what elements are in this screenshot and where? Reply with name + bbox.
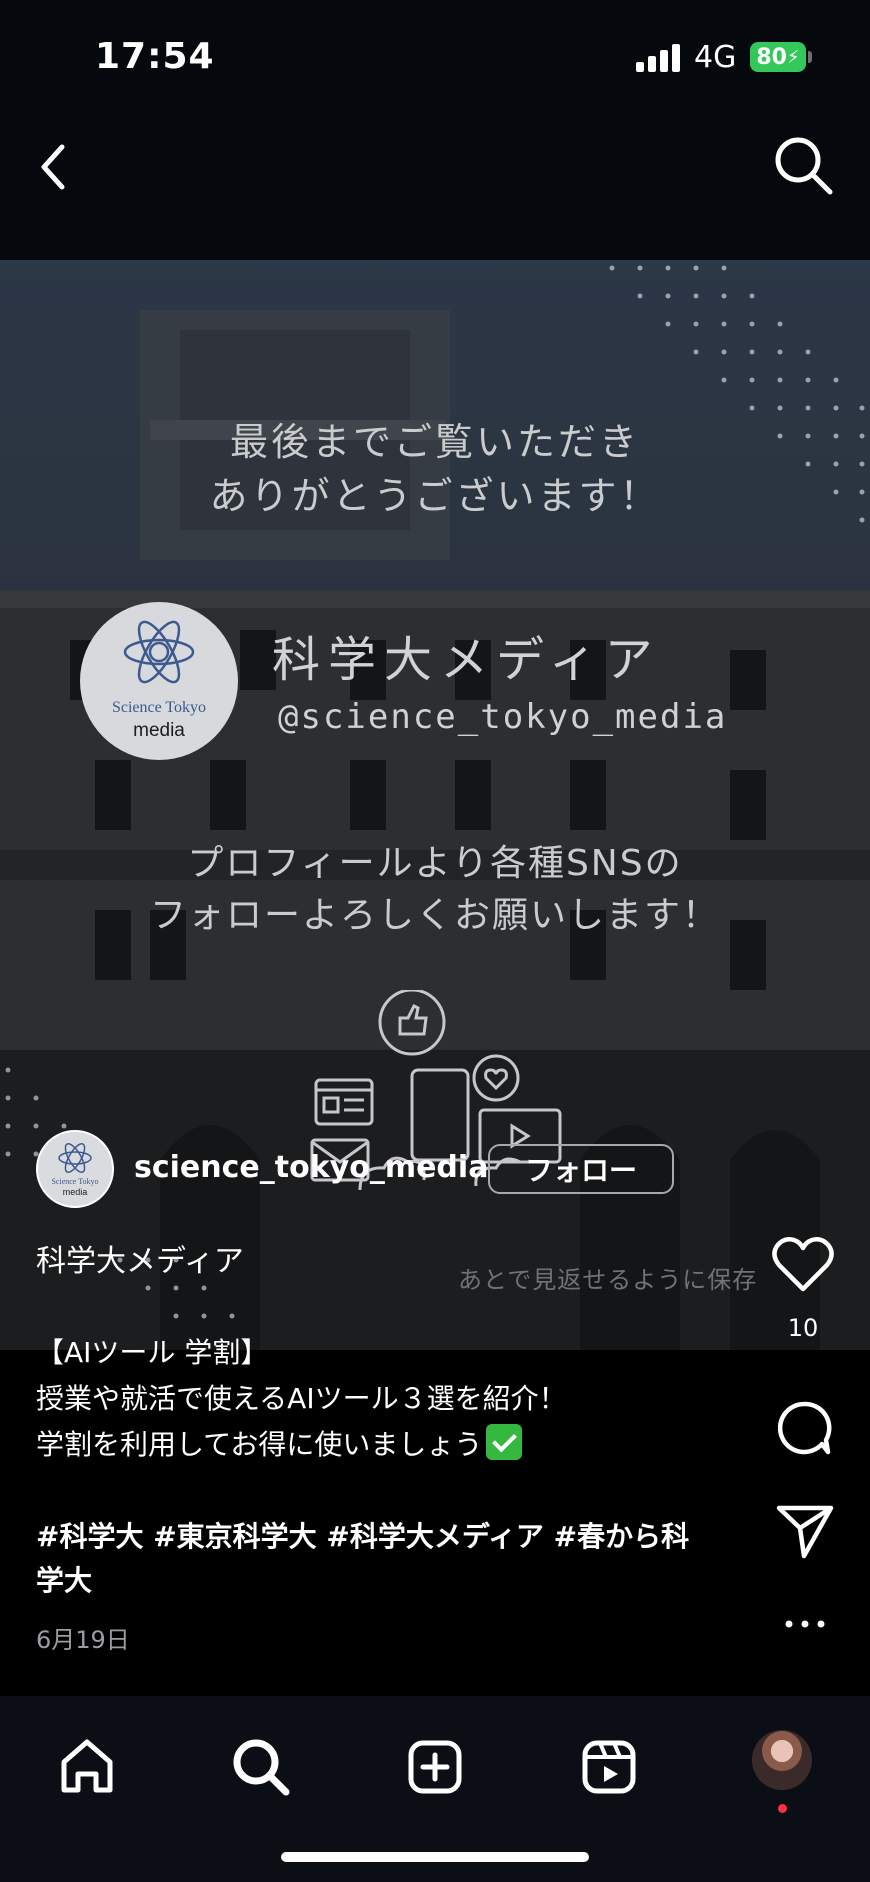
nav-create[interactable]: [402, 1734, 468, 1800]
battery-tip: [808, 51, 812, 63]
follow-line-1: プロフィールより各種SNSの: [187, 843, 683, 884]
search-icon: [233, 1739, 290, 1796]
notification-dot: [778, 1804, 787, 1813]
chevron-left-icon: [41, 144, 65, 190]
like-button[interactable]: [770, 1235, 836, 1295]
nav-profile-avatar[interactable]: [752, 1730, 812, 1790]
thanks-line-1: 最後までご覧いただき: [229, 420, 640, 464]
status-time: 17:54: [95, 36, 215, 77]
checkmark-emoji-icon: [486, 1424, 523, 1460]
avatar-line-2: media: [63, 1187, 88, 1197]
save-hint: あとで見返せるように保存: [458, 1266, 758, 1294]
thanks-message: 最後までご覧いただき ありがとうございます！: [0, 415, 870, 523]
follow-line-2: フォローよろしくお願いします！: [149, 895, 720, 936]
back-button[interactable]: [30, 130, 80, 200]
comment-button[interactable]: [774, 1398, 834, 1458]
battery-icon: 80 ⚡: [750, 42, 806, 72]
caption-line-3-row: 学割を利用してお得に使いましょう: [36, 1422, 716, 1468]
nav-reels[interactable]: [576, 1734, 642, 1800]
signal-icon: [636, 44, 680, 72]
home-indicator[interactable]: [281, 1852, 589, 1862]
thanks-line-2: ありがとうございます！: [209, 474, 661, 518]
post-caption: 【AIツール 学割】 授業や就活で使えるAIツール３選を紹介！ 学割を利用してお…: [36, 1330, 716, 1468]
send-icon: [776, 1505, 834, 1559]
logo-line-1: Science Tokyo: [112, 699, 206, 716]
top-bar: [0, 110, 870, 260]
more-options-button[interactable]: [780, 1604, 830, 1644]
reels-icon: [582, 1740, 636, 1794]
caption-line-1: 【AIツール 学割】: [36, 1336, 269, 1369]
follow-button[interactable]: フォロー: [488, 1144, 674, 1194]
caption-line-2: 授業や就活で使えるAIツール３選を紹介！: [36, 1382, 567, 1415]
bottom-nav: [0, 1696, 870, 1882]
author-username[interactable]: science_tokyo_media: [134, 1150, 488, 1185]
comment-icon: [777, 1401, 832, 1455]
like-count: 10: [787, 1314, 819, 1342]
create-icon: [408, 1740, 462, 1794]
home-icon: [61, 1739, 113, 1793]
brand-handle: @science_tokyo_media: [278, 697, 728, 737]
caption-line-3: 学割を利用してお得に使いましょう: [36, 1428, 483, 1461]
atom-icon: Science Tokyo media: [112, 620, 206, 741]
heart-icon: [772, 1237, 834, 1292]
search-button[interactable]: [770, 130, 836, 200]
logo-line-2: media: [133, 720, 185, 741]
author-avatar[interactable]: Science Tokyo media: [36, 1130, 114, 1208]
more-dots-icon: [785, 1620, 825, 1628]
follow-request-message: プロフィールより各種SNSの フォローよろしくお願いします！: [0, 838, 870, 942]
share-button[interactable]: [774, 1502, 836, 1560]
brand-name: 科学大メディア: [272, 632, 661, 688]
search-icon: [775, 137, 833, 195]
avatar-line-1: Science Tokyo: [51, 1177, 98, 1186]
network-type: 4G: [694, 40, 737, 75]
hashtags[interactable]: #科学大 #東京科学大 #科学大メディア #春から科学大: [36, 1515, 716, 1603]
post-date: 6月19日: [36, 1626, 130, 1654]
nav-search[interactable]: [228, 1734, 294, 1800]
author-row: Science Tokyo media science_tokyo_media …: [36, 1130, 836, 1210]
account-display-name: 科学大メディア: [36, 1244, 244, 1279]
nav-home[interactable]: [54, 1734, 120, 1800]
brand-logo: Science Tokyo media: [80, 602, 238, 760]
battery-level: 80: [756, 44, 787, 70]
atom-icon: Science Tokyo media: [51, 1143, 99, 1197]
status-bar: 17:54 4G 80 ⚡: [0, 0, 870, 110]
